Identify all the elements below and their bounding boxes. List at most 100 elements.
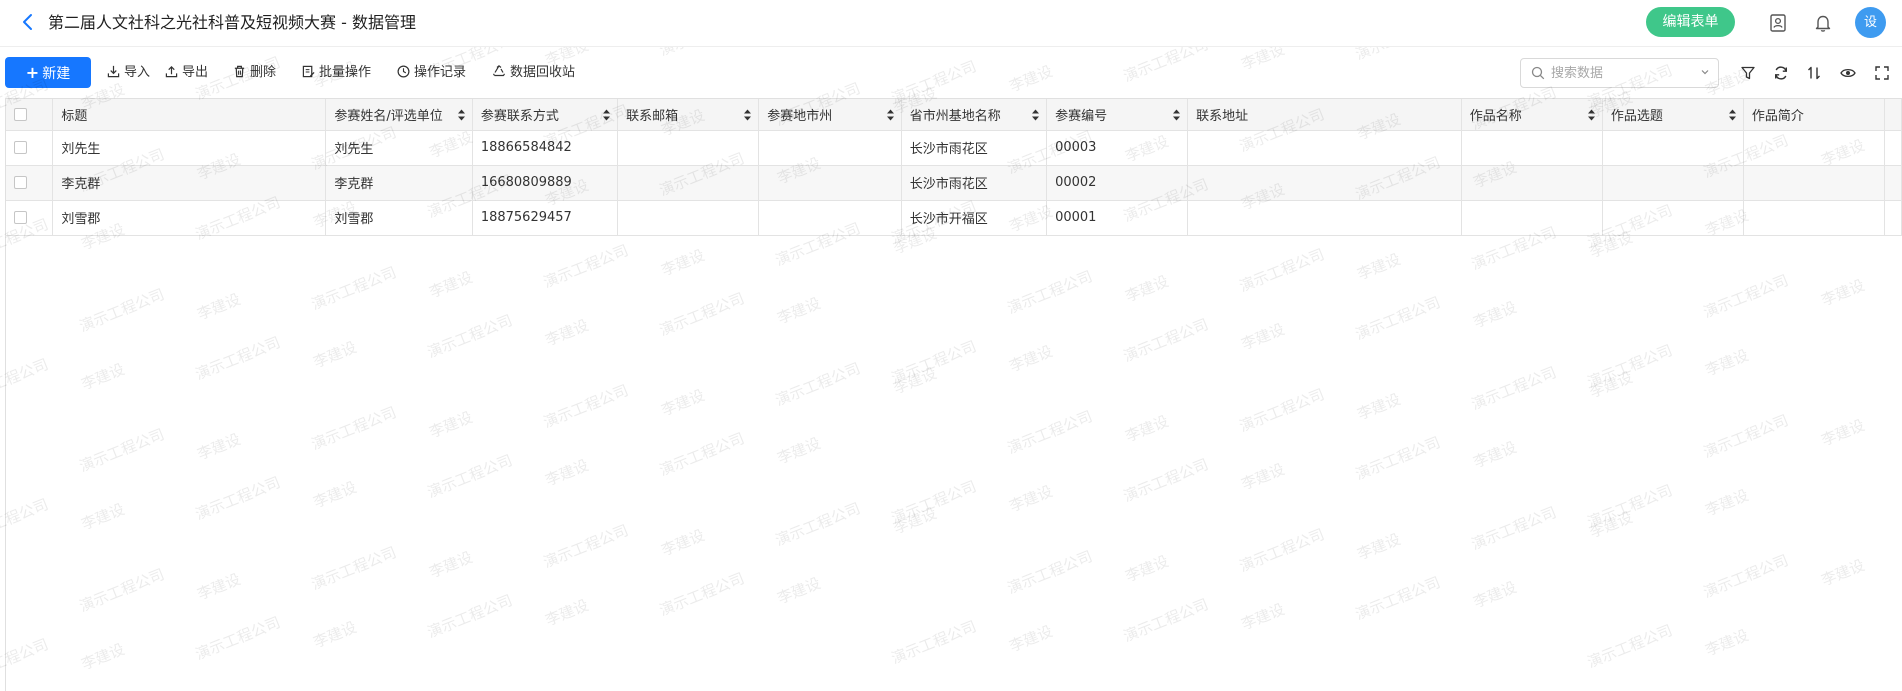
- table-cell[interactable]: 李克群: [52, 165, 327, 201]
- sort-caret-icon[interactable]: [1728, 108, 1737, 122]
- sort-caret-icon[interactable]: [602, 108, 611, 122]
- table-cell[interactable]: [758, 200, 902, 236]
- column-header[interactable]: 作品选题: [1602, 99, 1744, 131]
- log-label: 操作记录: [414, 65, 467, 80]
- column-header[interactable]: 参赛姓名/评选单位: [325, 99, 473, 131]
- sort-caret-icon[interactable]: [1587, 108, 1596, 122]
- column-header[interactable]: 参赛地市州: [758, 99, 902, 131]
- user-avatar[interactable]: 设: [1855, 7, 1886, 38]
- filter-icon[interactable]: [1740, 65, 1756, 81]
- delete-button[interactable]: 删除: [233, 56, 276, 90]
- batch-edit-icon: [302, 65, 315, 78]
- export-button[interactable]: 导出: [165, 56, 208, 90]
- page-title: 第二届人文社科之光社科普及短视频大赛 - 数据管理: [48, 13, 416, 32]
- table-cell[interactable]: [1187, 200, 1462, 236]
- search-box[interactable]: [1520, 58, 1719, 88]
- delete-label: 删除: [250, 65, 277, 80]
- column-header[interactable]: 参赛编号: [1046, 99, 1189, 131]
- table-cell[interactable]: [1461, 165, 1603, 201]
- header-filler: [1884, 99, 1902, 131]
- table-cell[interactable]: 刘先生: [325, 130, 473, 166]
- edit-form-button[interactable]: 编辑表单: [1646, 7, 1735, 37]
- table-cell[interactable]: 长沙市雨花区: [901, 165, 1048, 201]
- back-arrow-icon[interactable]: [20, 12, 36, 32]
- column-header[interactable]: 联系邮箱: [617, 99, 760, 131]
- batch-operation-button[interactable]: 批量操作: [302, 56, 371, 90]
- sort-caret-icon[interactable]: [743, 108, 752, 122]
- table-cell[interactable]: 长沙市开福区: [901, 200, 1048, 236]
- column-header-label: 作品简介: [1751, 108, 1804, 124]
- table-cell[interactable]: [1743, 130, 1886, 166]
- table-cell[interactable]: [1187, 130, 1462, 166]
- sort-caret-icon[interactable]: [1172, 108, 1181, 122]
- contacts-icon[interactable]: [1768, 13, 1788, 33]
- table-cell[interactable]: 00001: [1046, 200, 1189, 236]
- chevron-down-icon[interactable]: [1700, 67, 1710, 77]
- table-header-row: 标题 参赛姓名/评选单位 参赛联系方式 联系邮箱 参赛地市州 省市州基地名称 参赛编号 联系地…: [6, 99, 1902, 131]
- bell-icon[interactable]: [1813, 13, 1833, 33]
- column-header-label: 参赛地市州: [767, 108, 833, 124]
- table-cell[interactable]: [1461, 130, 1603, 166]
- new-button[interactable]: + 新建: [5, 57, 91, 88]
- table-cell[interactable]: 李克群: [325, 165, 473, 201]
- import-icon: [107, 65, 120, 78]
- table-cell[interactable]: [617, 200, 760, 236]
- table-cell[interactable]: 刘雪郡: [325, 200, 473, 236]
- fullscreen-icon[interactable]: [1874, 65, 1890, 81]
- table-row[interactable]: 李克群 李克群 16680809889 长沙市雨花区 00002: [6, 165, 1902, 201]
- row-select-cell: [6, 200, 54, 236]
- export-icon: [165, 66, 178, 78]
- sort-icon[interactable]: [1806, 65, 1822, 81]
- table-cell[interactable]: 长沙市雨花区: [901, 130, 1048, 166]
- table-cell[interactable]: 18875629457: [472, 200, 619, 236]
- operation-log-button[interactable]: 操作记录: [397, 56, 466, 90]
- column-header[interactable]: 作品简介: [1743, 99, 1886, 131]
- table-cell[interactable]: [1187, 165, 1462, 201]
- column-header[interactable]: 作品名称: [1461, 99, 1603, 131]
- row-select-cell: [6, 130, 54, 166]
- column-header[interactable]: 参赛联系方式: [472, 99, 619, 131]
- column-header[interactable]: 省市州基地名称: [901, 99, 1048, 131]
- table-cell[interactable]: [617, 165, 760, 201]
- table-cell[interactable]: [1461, 200, 1603, 236]
- table-cell[interactable]: [1602, 165, 1744, 201]
- table-cell[interactable]: 刘先生: [52, 130, 327, 166]
- export-label: 导出: [182, 65, 209, 80]
- table-cell[interactable]: [1602, 200, 1744, 236]
- sort-caret-icon[interactable]: [886, 108, 895, 122]
- table-cell[interactable]: [758, 130, 902, 166]
- column-header-label: 作品选题: [1610, 108, 1663, 124]
- row-checkbox[interactable]: [14, 211, 27, 224]
- table-cell[interactable]: 18866584842: [472, 130, 619, 166]
- table-cell[interactable]: [1602, 130, 1744, 166]
- table-cell[interactable]: [617, 130, 760, 166]
- eye-icon[interactable]: [1840, 65, 1856, 81]
- table-cell[interactable]: 16680809889: [472, 165, 619, 201]
- table-cell[interactable]: [1743, 165, 1886, 201]
- import-button[interactable]: 导入: [107, 56, 150, 90]
- sort-caret-icon[interactable]: [1031, 108, 1040, 122]
- column-header[interactable]: 联系地址: [1187, 99, 1462, 131]
- refresh-icon[interactable]: [1773, 65, 1789, 81]
- row-checkbox[interactable]: [14, 141, 27, 154]
- recycle-icon: [492, 65, 506, 77]
- table-cell[interactable]: 00003: [1046, 130, 1189, 166]
- table-cell[interactable]: 刘雪郡: [52, 200, 327, 236]
- select-all-checkbox[interactable]: [14, 107, 27, 121]
- table-row[interactable]: 刘先生 刘先生 18866584842 长沙市雨花区 00003: [6, 130, 1902, 166]
- sort-caret-icon[interactable]: [457, 108, 466, 122]
- table-cell[interactable]: [1743, 200, 1886, 236]
- search-input[interactable]: [1551, 63, 1691, 83]
- table-cell[interactable]: 00002: [1046, 165, 1189, 201]
- row-filler: [1884, 165, 1902, 201]
- column-header-label: 参赛姓名/评选单位: [334, 108, 443, 124]
- column-header[interactable]: 标题: [52, 99, 327, 131]
- recycle-bin-button[interactable]: 数据回收站: [492, 56, 575, 90]
- select-all-cell: [6, 99, 54, 131]
- column-header-label: 参赛编号: [1055, 108, 1108, 124]
- table-row[interactable]: 刘雪郡 刘雪郡 18875629457 长沙市开福区 00001: [6, 200, 1902, 236]
- table-cell[interactable]: [758, 165, 902, 201]
- watermark-user: 李建设: [1470, 47, 1520, 52]
- row-checkbox[interactable]: [14, 176, 27, 189]
- data-grid: 标题 参赛姓名/评选单位 参赛联系方式 联系邮箱 参赛地市州 省市州基地名称 参赛编号 联系地…: [5, 98, 1902, 691]
